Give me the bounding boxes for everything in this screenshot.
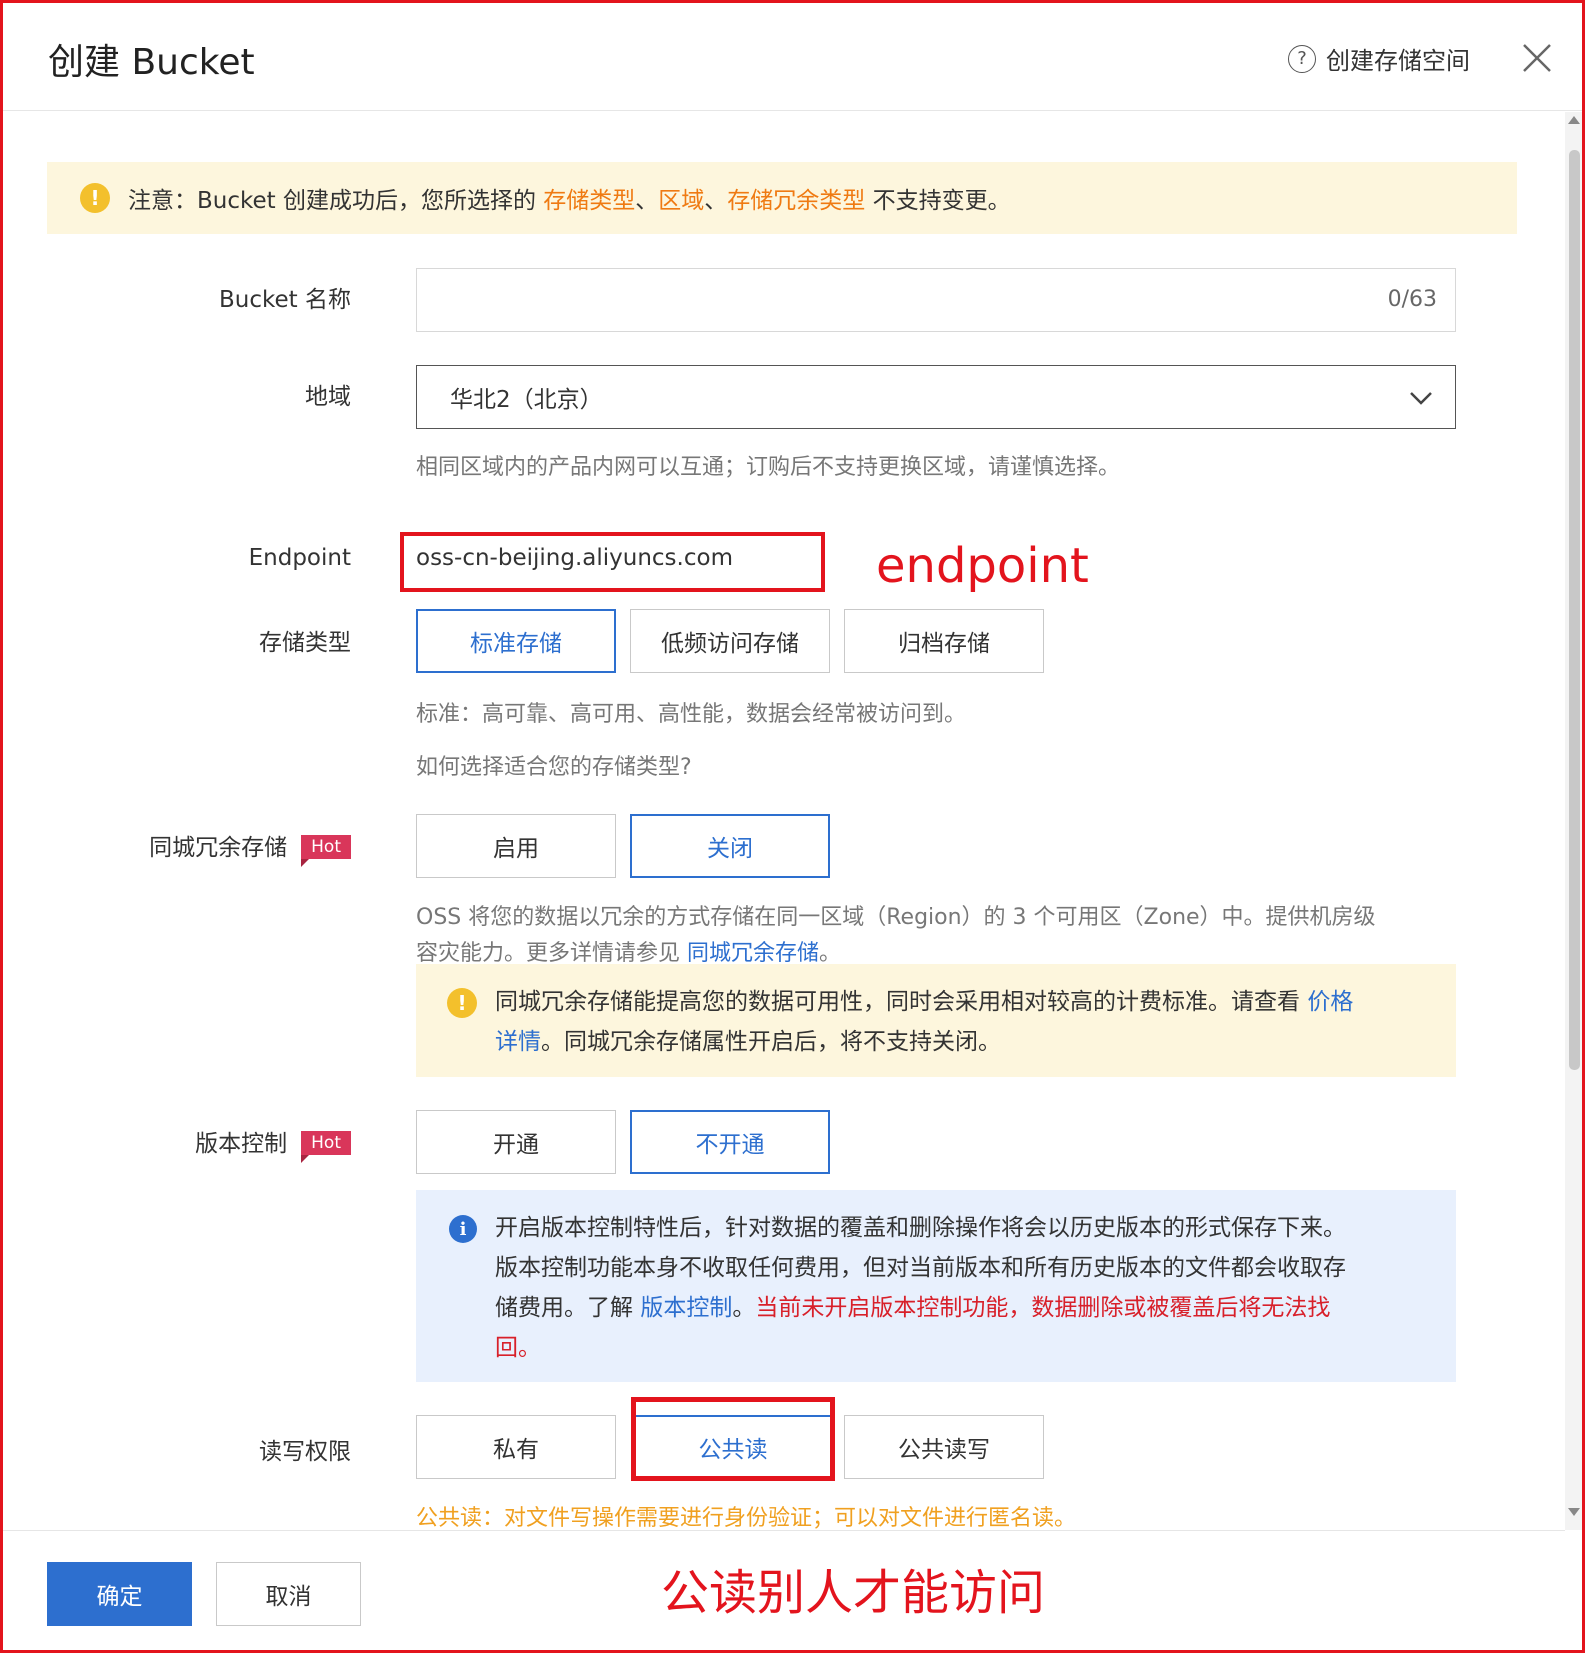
acl-label: 读写权限	[259, 1439, 351, 1465]
zrs-hot-badge: Hot	[301, 835, 351, 867]
storage-type-label: 存储类型	[259, 630, 351, 656]
dialog-title: 创建 Bucket	[48, 42, 255, 83]
scrollbar-thumb[interactable]	[1569, 150, 1580, 1070]
zrs-label: 同城冗余存储 Hot	[149, 828, 351, 867]
endpoint-label: Endpoint	[248, 545, 351, 571]
zrs-tip-text: 同城冗余存储能提高您的数据可用性，同时会采用相对较高的计费标准。请查看 价格 详情…	[495, 989, 1354, 1055]
versioning-hot-badge: Hot	[301, 1131, 351, 1163]
price-link-part1[interactable]: 价格	[1307, 989, 1353, 1015]
zrs-help-line1: OSS 将您的数据以冗余的方式存储在同一区域（Region）的 3 个可用区（Z…	[416, 905, 1376, 930]
info-icon: i	[449, 1215, 477, 1243]
endpoint-highlight-box	[400, 532, 825, 592]
help-link-label: 创建存储空间	[1326, 47, 1470, 75]
versioning-info-text: 开启版本控制特性后，针对数据的覆盖和删除操作将会以历史版本的形式保存下来。 版本…	[495, 1215, 1346, 1361]
help-link[interactable]: ? 创建存储空间	[1288, 41, 1470, 76]
warning-icon: !	[447, 988, 477, 1018]
question-circle-icon: ?	[1288, 44, 1316, 73]
close-icon[interactable]	[1520, 41, 1554, 75]
notice-text: 注意：Bucket 创建成功后，您所选择的 存储类型、区域、存储冗余类型 不支持…	[128, 188, 1011, 214]
price-link-part2[interactable]: 详情	[495, 1029, 541, 1055]
storage-type-guide-link[interactable]: 如何选择适合您的存储类型?	[416, 749, 692, 781]
zrs-help-line2: 容灾能力。更多详情请参见 同城冗余存储。	[416, 941, 842, 966]
region-help: 相同区域内的产品内网可以互通；订购后不支持更换区域，请谨慎选择。	[416, 455, 1121, 480]
cancel-button[interactable]: 取消	[216, 1562, 361, 1626]
acl-private[interactable]: 私有	[416, 1415, 616, 1479]
zrs-tip: ! 同城冗余存储能提高您的数据可用性，同时会采用相对较高的计费标准。请查看 价格…	[416, 964, 1456, 1077]
zrs-disable[interactable]: 关闭	[630, 814, 830, 878]
versioning-enable[interactable]: 开通	[416, 1110, 616, 1174]
dialog-footer: 确定 取消 公读别人才能访问	[3, 1530, 1565, 1650]
region-label: 地域	[305, 384, 351, 410]
bucket-name-counter: 0/63	[1387, 287, 1437, 312]
warning-icon: !	[80, 183, 110, 213]
storage-type-help: 标准：高可靠、高可用、高性能，数据会经常被访问到。	[416, 702, 967, 727]
zrs-doc-link[interactable]: 同城冗余存储	[687, 941, 819, 966]
confirm-button[interactable]: 确定	[47, 1562, 192, 1626]
region-select[interactable]: 华北2（北京）	[416, 365, 1456, 429]
storage-type-archive[interactable]: 归档存储	[844, 609, 1044, 673]
chevron-down-icon	[1410, 392, 1432, 405]
acl-help: 公共读：对文件写操作需要进行身份验证；可以对文件进行匿名读。	[416, 1506, 1077, 1531]
region-value: 华北2（北京）	[450, 387, 603, 413]
versioning-label: 版本控制 Hot	[195, 1124, 351, 1163]
scroll-down-icon[interactable]	[1568, 1508, 1580, 1516]
versioning-doc-link[interactable]: 版本控制	[640, 1295, 732, 1321]
bucket-name-label: Bucket 名称	[219, 287, 351, 313]
notice-banner: ! 注意：Bucket 创建成功后，您所选择的 存储类型、区域、存储冗余类型 不…	[47, 162, 1517, 234]
scroll-up-icon[interactable]	[1568, 116, 1580, 124]
acl-public-read-write[interactable]: 公共读写	[844, 1415, 1044, 1479]
versioning-disable[interactable]: 不开通	[630, 1110, 830, 1174]
dialog-header: 创建 Bucket ? 创建存储空间	[3, 3, 1582, 111]
storage-type-standard[interactable]: 标准存储	[416, 609, 616, 673]
zrs-enable[interactable]: 启用	[416, 814, 616, 878]
endpoint-annotation: endpoint	[876, 538, 1089, 594]
bucket-name-input[interactable]: 0/63	[416, 268, 1456, 332]
acl-annotation: 公读别人才能访问	[661, 1565, 1046, 1621]
acl-public-read[interactable]: 公共读	[633, 1415, 833, 1479]
storage-type-ia[interactable]: 低频访问存储	[630, 609, 830, 673]
versioning-info: i 开启版本控制特性后，针对数据的覆盖和删除操作将会以历史版本的形式保存下来。 …	[416, 1190, 1456, 1382]
